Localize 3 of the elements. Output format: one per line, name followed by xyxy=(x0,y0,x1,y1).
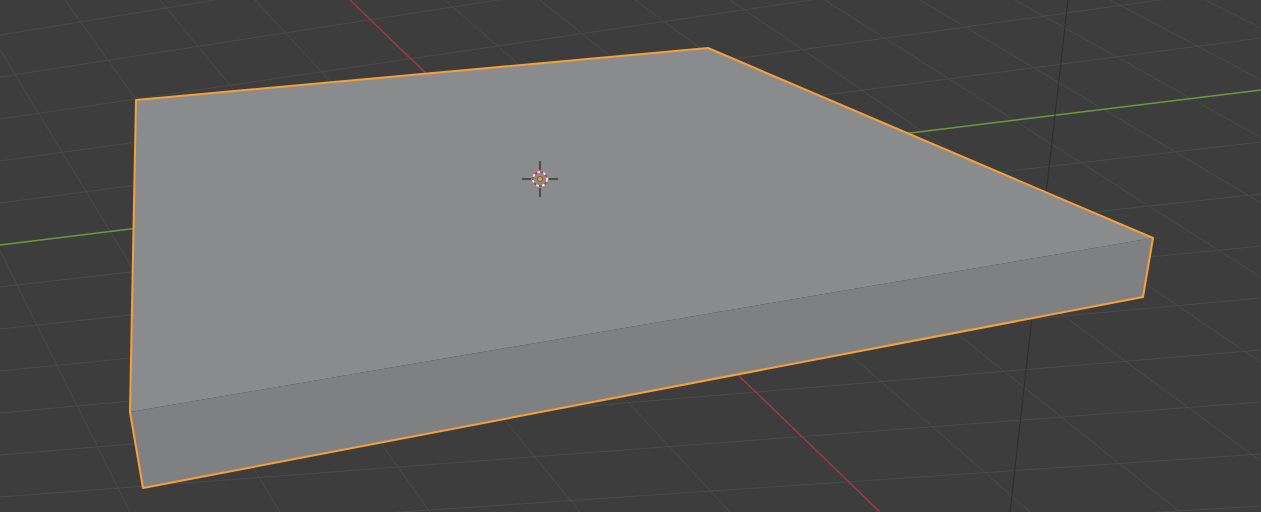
cursor-icon xyxy=(521,160,559,198)
origin-dot-icon xyxy=(537,176,543,182)
slab-mesh[interactable] xyxy=(129,47,1154,489)
